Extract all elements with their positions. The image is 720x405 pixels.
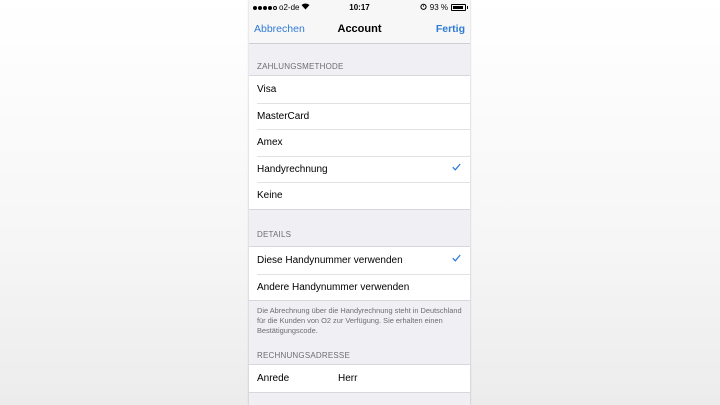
- payment-option-label: Handyrechnung: [257, 163, 328, 175]
- payment-section-header: ZAHLUNGSMETHODE: [257, 62, 344, 71]
- payment-option-label: Keine: [257, 190, 283, 201]
- checkmark-icon: [452, 163, 461, 174]
- battery-percent: 93 %: [429, 3, 448, 12]
- payment-option-label: Amex: [257, 137, 283, 148]
- phone-screen: o2-de 10:17 93 % Abbrechen Account Ferti…: [249, 0, 470, 405]
- status-bar: o2-de 10:17 93 %: [249, 0, 470, 16]
- alarm-icon: [420, 3, 427, 12]
- billing-address-list: Anrede Herr: [249, 364, 470, 393]
- payment-option-amex[interactable]: Amex: [249, 129, 470, 156]
- navigation-bar: Abbrechen Account Fertig: [249, 16, 470, 44]
- payment-option-handyrechnung[interactable]: Handyrechnung: [249, 155, 470, 183]
- battery-fill: [453, 6, 464, 9]
- payment-option-label: Visa: [257, 84, 277, 95]
- billing-row-value: Herr: [338, 373, 358, 384]
- battery-icon: [451, 4, 468, 11]
- details-option-other-number[interactable]: Andere Handynummer verwenden: [249, 273, 470, 301]
- details-option-label: Diese Handynummer verwenden: [257, 255, 403, 266]
- details-footer-note: Die Abrechnung über die Handyrechnung st…: [257, 306, 462, 335]
- payment-options-list: Visa MasterCard Amex Handyrechnung Keine: [249, 75, 470, 210]
- done-button[interactable]: Fertig: [436, 23, 465, 35]
- payment-option-mastercard[interactable]: MasterCard: [249, 102, 470, 130]
- details-option-this-number[interactable]: Diese Handynummer verwenden: [249, 247, 470, 274]
- checkmark-icon: [452, 254, 461, 265]
- billing-row-label: Anrede: [257, 373, 290, 384]
- billing-section-header: RECHNUNGSADRESSE: [257, 351, 350, 360]
- payment-option-visa[interactable]: Visa: [249, 76, 470, 103]
- payment-option-label: MasterCard: [257, 110, 310, 122]
- details-options-list: Diese Handynummer verwenden Andere Handy…: [249, 246, 470, 301]
- billing-row-salutation[interactable]: Anrede Herr: [249, 365, 470, 392]
- payment-option-keine[interactable]: Keine: [249, 182, 470, 209]
- status-right: 93 %: [420, 3, 468, 12]
- details-option-label: Andere Handynummer verwenden: [257, 281, 410, 293]
- details-section-header: DETAILS: [257, 230, 292, 239]
